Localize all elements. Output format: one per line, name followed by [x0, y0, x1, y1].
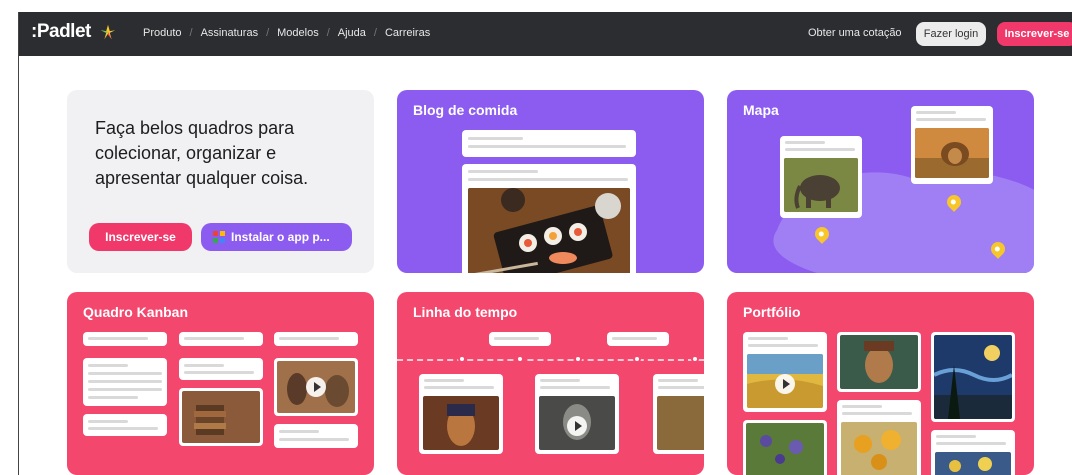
get-quote-link[interactable]: Obter uma cotação	[808, 27, 902, 39]
sushi-illustration	[468, 188, 630, 273]
login-button[interactable]: Fazer login	[916, 22, 986, 46]
portrait-image	[840, 335, 918, 389]
nav-links: Produto / Assinaturas / Modelos / Ajuda …	[143, 27, 430, 39]
portfolio-post-video	[743, 332, 827, 412]
timeline-dot	[633, 355, 641, 363]
top-navbar: :Padlet Produto / Assinaturas / Modelos …	[19, 12, 1072, 56]
signup-button-hero[interactable]: Inscrever-se	[89, 223, 192, 251]
post-card	[462, 130, 636, 157]
padlet-logo[interactable]: :Padlet	[31, 21, 117, 43]
sushi-image	[468, 188, 630, 273]
browser-viewport: :Padlet Produto / Assinaturas / Modelos …	[18, 12, 1072, 475]
timeline-post	[419, 374, 503, 454]
nav-link-modelos[interactable]: Modelos	[277, 27, 319, 39]
timeline-dot	[458, 355, 466, 363]
card-title: Linha do tempo	[413, 304, 518, 320]
books-image	[182, 391, 260, 443]
painting-image	[657, 396, 704, 450]
starry-night-image	[934, 335, 1012, 419]
template-card-food-blog[interactable]: Blog de comida	[397, 90, 704, 273]
nav-separator: /	[373, 27, 377, 39]
elephant-image	[784, 158, 858, 212]
play-icon[interactable]	[567, 416, 587, 436]
logo-text: :Padlet	[31, 21, 91, 42]
install-app-button[interactable]: Instalar o app p...	[201, 223, 352, 251]
template-card-timeline[interactable]: Linha do tempo	[397, 292, 704, 475]
egypt-image	[423, 396, 499, 450]
lion-image	[915, 128, 989, 178]
padlet-flower-icon	[100, 24, 116, 40]
card-title: Blog de comida	[413, 102, 518, 118]
sunflowers-image	[841, 422, 917, 475]
portfolio-post	[743, 420, 827, 475]
play-icon[interactable]	[775, 374, 795, 394]
post-card-image	[462, 164, 636, 273]
kanban-card	[83, 414, 167, 436]
kanban-card-video	[274, 358, 358, 416]
nav-link-assinaturas[interactable]: Assinaturas	[201, 27, 258, 39]
portfolio-post	[931, 430, 1015, 475]
portfolio-post	[931, 332, 1015, 422]
timeline-axis	[397, 359, 704, 361]
nav-separator: /	[326, 27, 330, 39]
hero-card: Faça belos quadros para colecionar, orga…	[67, 90, 374, 273]
kanban-card	[83, 358, 167, 406]
flowers-image	[935, 452, 1011, 475]
map-post-elephant	[780, 136, 862, 218]
map-post-lion	[911, 106, 993, 184]
install-app-label: Instalar o app p...	[231, 230, 330, 244]
nav-link-carreiras[interactable]: Carreiras	[385, 27, 430, 39]
google-play-icon	[213, 231, 225, 243]
template-card-map[interactable]: Mapa	[727, 90, 1034, 273]
timeline-dot	[516, 355, 524, 363]
timeline-post	[653, 374, 704, 454]
timeline-post-video	[535, 374, 619, 454]
irises-image	[746, 423, 824, 475]
portfolio-post	[837, 332, 921, 392]
timeline-dot	[574, 355, 582, 363]
kanban-card	[179, 358, 263, 380]
template-card-kanban[interactable]: Quadro Kanban	[67, 292, 374, 475]
template-card-portfolio[interactable]: Portfólio	[727, 292, 1034, 475]
kanban-card-image	[179, 388, 263, 446]
play-icon[interactable]	[306, 377, 326, 397]
portfolio-post	[837, 400, 921, 475]
timeline-dot	[691, 355, 699, 363]
nav-link-ajuda[interactable]: Ajuda	[338, 27, 366, 39]
signup-button-nav[interactable]: Inscrever-se	[997, 22, 1072, 46]
card-title: Quadro Kanban	[83, 304, 189, 320]
nav-link-produto[interactable]: Produto	[143, 27, 182, 39]
nav-separator: /	[266, 27, 270, 39]
hero-headline: Faça belos quadros para colecionar, orga…	[95, 118, 309, 188]
card-title: Mapa	[743, 102, 779, 118]
nav-separator: /	[189, 27, 193, 39]
card-title: Portfólio	[743, 304, 801, 320]
kanban-card	[274, 424, 358, 448]
